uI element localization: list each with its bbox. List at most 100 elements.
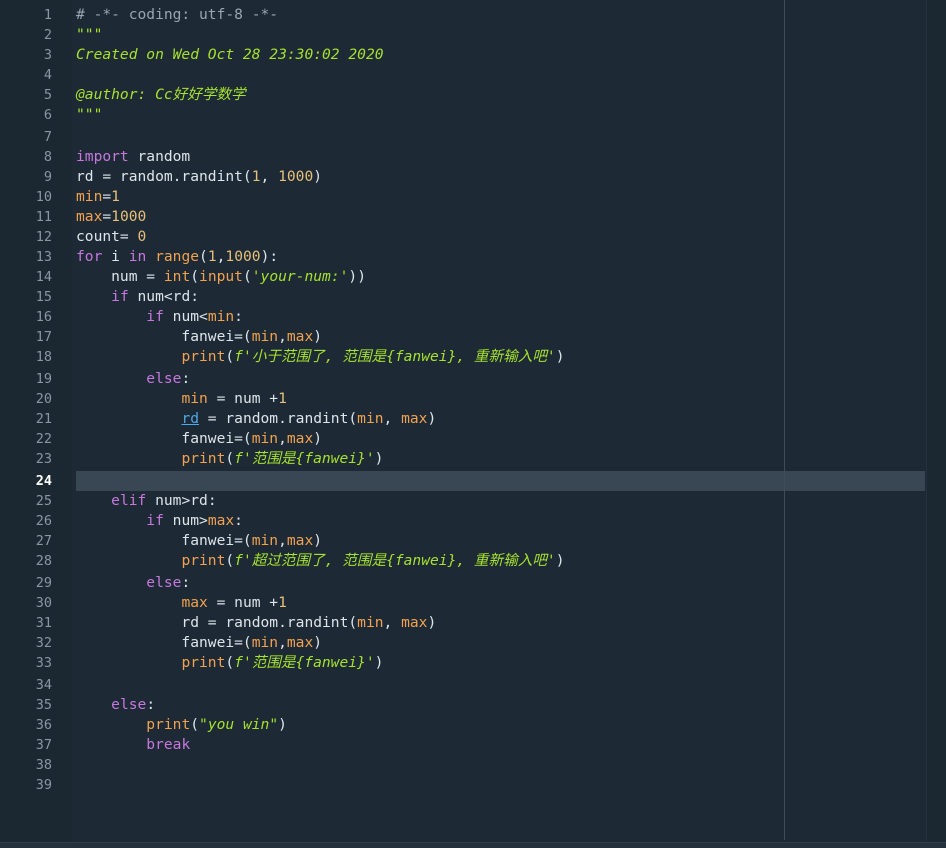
builtin-token: min [251,328,279,345]
vertical-scrollbar[interactable] [926,0,946,848]
code-token: num = [76,268,164,285]
code-editor[interactable]: 1 2 3 4 5 6 7 8 9 10 11 12 13 14 15 16 1… [0,0,946,848]
line-number: 34 [35,677,52,693]
code-token: ) [374,654,384,671]
line-number: 7 [43,129,52,145]
code-line[interactable]: """ [76,25,102,45]
code-line[interactable]: fanwei=(min,max) [76,429,322,449]
builtin-token: max [207,512,235,529]
keyword-token: for [76,248,103,265]
number-token: 1 [278,594,287,611]
builtin-token: max [181,594,208,611]
builtin-token: print [146,716,191,733]
variable-link[interactable]: rd [181,410,199,427]
code-token: ( [225,654,235,671]
line-number: 20 [35,391,52,407]
code-line[interactable]: @author: Cc好好学数学 [76,85,246,105]
code-line[interactable]: fanwei=(min,max) [76,633,322,653]
code-line[interactable]: else: [76,573,190,593]
line-number: 2 [43,27,52,43]
code-token: ( [190,268,200,285]
code-line[interactable]: Created on Wed Oct 28 23:30:02 2020 [76,45,384,65]
code-line[interactable]: count= 0 [76,227,146,247]
line-number: 3 [43,47,52,63]
line-number: 15 [35,289,52,305]
builtin-token: max [286,532,314,549]
code-line[interactable]: if num<min: [76,307,243,327]
code-line[interactable]: max=1000 [76,207,146,227]
string-token: f'小于范围了, 范围是{fanwei}, 重新输入吧' [234,348,556,365]
code-line[interactable]: if num<rd: [76,287,199,307]
code-line[interactable]: fanwei=(min,max) [76,327,322,347]
code-token: ( [190,716,200,733]
number-token: 0 [137,228,147,245]
string-token: 'your-num:' [251,268,349,285]
keyword-token: elif [111,492,147,509]
builtin-token: max [76,208,103,225]
code-line[interactable]: import random [76,147,190,167]
code-token: = random.randint( [199,410,358,427]
keyword-token: else [146,370,182,387]
code-line[interactable]: print("you win") [76,715,287,735]
horizontal-scrollbar[interactable] [0,842,946,848]
line-number: 28 [35,553,52,569]
code-line[interactable]: num = int(input('your-num:')) [76,267,366,287]
line-number: 5 [43,87,52,103]
code-line[interactable]: """ [76,105,102,125]
code-token: ): [260,248,279,265]
line-number: 30 [35,595,52,611]
code-line[interactable]: else: [76,695,155,715]
number-token: 1000 [225,248,261,265]
code-token: ) [555,552,565,569]
code-line[interactable]: print(f'范围是{fanwei}') [76,653,383,673]
code-token: : [181,370,191,387]
line-number: 35 [35,697,52,713]
code-line[interactable]: for i in range(1,1000): [76,247,278,267]
line-number: 39 [35,777,52,793]
builtin-token: min [357,410,384,427]
code-line[interactable]: print(f'小于范围了, 范围是{fanwei}, 重新输入吧') [76,347,564,367]
code-token: fanwei=( [76,634,252,651]
code-token: , [383,614,402,631]
code-line[interactable]: else: [76,369,190,389]
code-line[interactable]: elif num>rd: [76,491,216,511]
code-token: ( [225,552,235,569]
code-line[interactable]: min=1 [76,187,120,207]
builtin-token: print [181,348,226,365]
code-line[interactable]: fanwei=(min,max) [76,531,322,551]
builtin-token: min [251,430,279,447]
code-token: = num + [207,594,279,611]
code-line[interactable]: print(f'范围是{fanwei}') [76,449,383,469]
code-line[interactable]: rd = random.randint(1, 1000) [76,167,322,187]
code-line[interactable]: min = num +1 [76,389,286,409]
keyword-token: if [146,308,164,325]
string-token: "you win" [199,716,279,733]
code-token: ) [313,634,323,651]
code-token: ) [278,716,287,733]
line-number: 29 [35,575,52,591]
builtin-token: max [286,634,314,651]
code-line[interactable]: # -*- coding: utf-8 -*- [76,5,278,25]
code-line[interactable]: if num>max: [76,511,243,531]
code-line[interactable]: rd = random.randint(min, max) [76,409,436,429]
code-token: : [181,574,191,591]
code-line[interactable]: max = num +1 [76,593,287,613]
code-token: ) [555,348,565,365]
builtin-token: min [357,614,384,631]
builtin-token: min [251,532,279,549]
builtin-token: max [286,430,314,447]
code-line[interactable]: break [76,735,190,755]
line-number: 12 [35,229,52,245]
line-number: 16 [35,309,52,325]
code-line[interactable]: print(f'超过范围了, 范围是{fanwei}, 重新输入吧') [76,551,564,571]
code-token: , [278,532,287,549]
code-token: = [102,188,112,205]
code-line[interactable]: rd = random.randint(min, max) [76,613,436,633]
